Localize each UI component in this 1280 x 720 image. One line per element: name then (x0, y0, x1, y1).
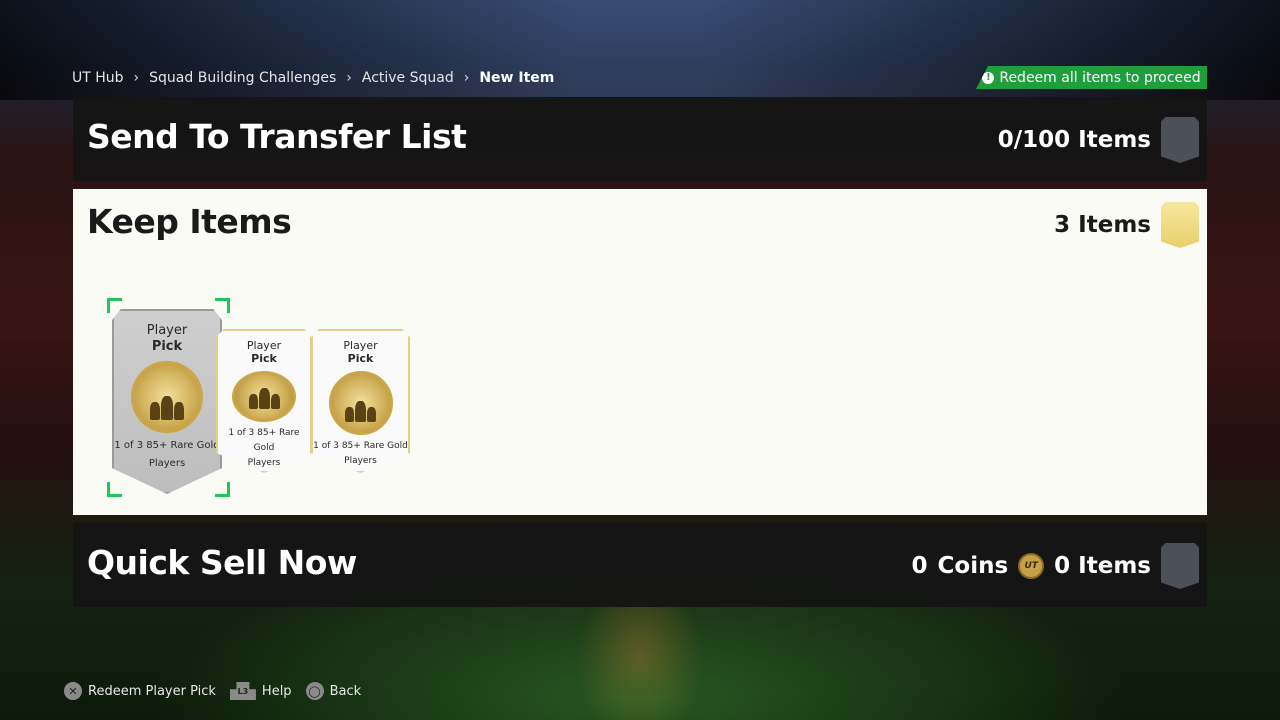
quick-sell-coins-value: 0 (911, 553, 928, 579)
player-pick-medal-icon (328, 371, 393, 435)
selection-corner (215, 482, 230, 497)
chevron-right-icon: › (133, 70, 140, 86)
gray-shield-icon (1161, 117, 1199, 163)
cross-button-icon: ✕ (64, 682, 82, 700)
player-pick-medal-icon (232, 371, 296, 422)
quick-sell-title: Quick Sell Now (87, 543, 357, 582)
chevron-right-icon: › (463, 70, 470, 86)
help-control[interactable]: L3 Help (229, 682, 292, 700)
breadcrumb-new-item: New Item (479, 70, 555, 86)
pack-description: 1 of 3 85+ Rare Gold (114, 440, 220, 451)
breadcrumb-sbc[interactable]: Squad Building Challenges (149, 70, 336, 86)
control-label: Redeem Player Pick (88, 683, 216, 699)
pack-title-line1: Player (343, 339, 378, 352)
keep-items-title: Keep Items (87, 202, 292, 241)
gold-shield-icon (1161, 202, 1199, 248)
controller-hints: ✕ Redeem Player Pick L3 Help ◯ Back (64, 682, 361, 700)
quick-sell-panel[interactable]: Quick Sell Now 0 Coins UT 0 Items (73, 523, 1207, 607)
pack-description: 1 of 3 85+ Rare Gold (228, 428, 300, 453)
quick-sell-coins-label: Coins (937, 553, 1009, 579)
pack-title-line1: Player (146, 323, 188, 338)
back-control[interactable]: ◯ Back (305, 682, 362, 700)
redeem-banner: ! Redeem all items to proceed (976, 66, 1207, 89)
redeem-player-pick-control[interactable]: ✕ Redeem Player Pick (64, 682, 216, 700)
player-pick-medal-icon (131, 361, 203, 433)
control-label: Help (261, 683, 292, 699)
transfer-list-panel[interactable]: Send To Transfer List 0/100 Items (73, 97, 1207, 181)
pack-description-2: Players (344, 456, 377, 466)
pack-title-line2: Pick (151, 339, 183, 354)
left-stick-icon: L3 (229, 682, 256, 700)
breadcrumb-active-squad[interactable]: Active Squad (362, 70, 454, 86)
pack-title-line2: Pick (347, 352, 374, 365)
player-pick-pack-3[interactable]: Player Pick 1 of 3 85+ Rare Gold Players (311, 329, 410, 473)
pack-description-2: Players (148, 458, 186, 469)
breadcrumb: UT Hub › Squad Building Challenges › Act… (72, 68, 554, 88)
player-pick-pack-2[interactable]: Player Pick 1 of 3 85+ Rare Gold Players (216, 329, 312, 473)
pack-description: 1 of 3 85+ Rare Gold (313, 441, 408, 451)
gray-shield-icon (1161, 543, 1199, 589)
keep-items-count: 3 Items (1054, 212, 1151, 238)
control-label: Back (329, 683, 362, 699)
chevron-right-icon: › (346, 70, 352, 86)
transfer-list-title: Send To Transfer List (87, 117, 467, 156)
circle-button-icon: ◯ (305, 682, 324, 700)
redeem-banner-text: Redeem all items to proceed (999, 69, 1201, 86)
player-pick-pack-1[interactable]: Player Pick 1 of 3 85+ Rare Gold Players (112, 309, 222, 494)
pack-title-line1: Player (246, 339, 282, 352)
breadcrumb-ut-hub[interactable]: UT Hub (72, 70, 124, 86)
coin-icon: UT (1018, 553, 1045, 579)
transfer-list-count: 0/100 Items (997, 127, 1151, 153)
selection-corner (215, 298, 230, 313)
selection-corner (107, 482, 122, 497)
quick-sell-count: 0 Items (1054, 553, 1151, 579)
pack-title-line2: Pick (251, 352, 277, 365)
